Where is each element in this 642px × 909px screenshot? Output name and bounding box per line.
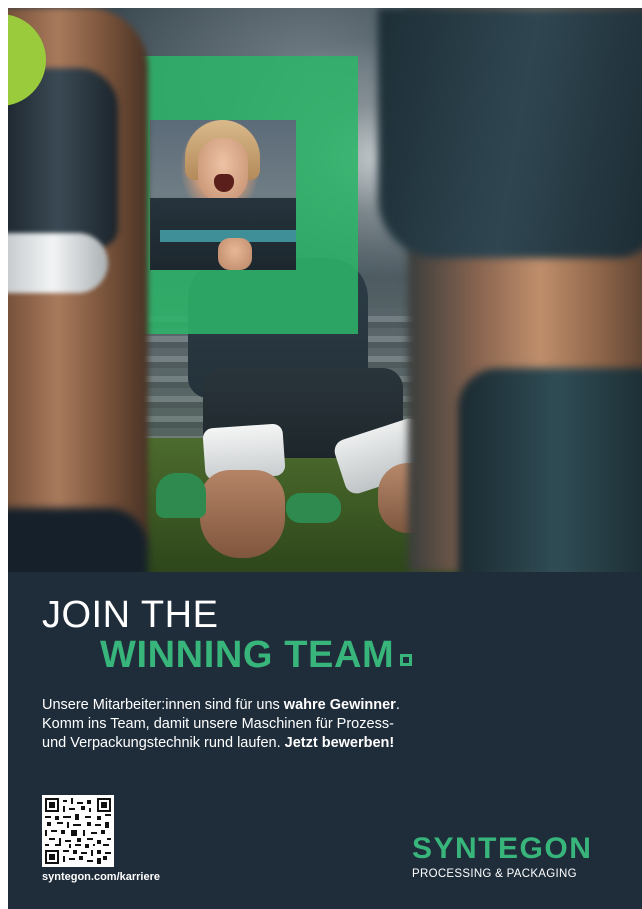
body-copy: Unsere Mitarbeiter:innen sind für uns wa… [42,696,482,753]
body-text-3: und Verpackungstechnik rund laufen. [42,735,285,751]
logo-wordmark: SYNTEGON [412,832,593,865]
player-face [198,138,248,202]
blurred-shorts-right [378,8,642,258]
qr-code-icon [45,798,111,864]
careers-url[interactable]: syntegon.com/karriere [42,871,160,883]
player-knee-left [200,470,285,558]
body-bold-1: wahre Gewinner [283,697,396,713]
qr-code[interactable] [42,795,114,867]
body-text-2: Komm ins Team, damit unsere Maschinen fü… [42,716,394,732]
blurred-sock-right [458,368,642,572]
portrait-window [150,120,296,270]
player-boot-left [156,473,206,518]
headline-line-2-text: WINNING TEAM [100,634,395,676]
career-poster: nd o JOIN THE WINNING TEAM Unsere Mitarb… [8,8,642,909]
headline-line-2: WINNING TEAM [100,634,413,677]
blurred-shoe-left [8,508,148,572]
player-fist [218,238,252,270]
square-icon [400,654,413,666]
logo-tagline: PROCESSING & PACKAGING [412,868,577,880]
hero-photo: nd o [8,8,642,572]
player-boot-right [286,493,341,523]
body-text-1: Unsere Mitarbeiter:innen sind für uns [42,697,284,713]
body-text-1b: . [395,697,400,713]
blurred-band-left [8,233,108,293]
body-bold-cta: Jetzt bewerben! [284,735,395,751]
headline-line-1: JOIN THE [42,594,219,636]
syntegon-logo: SYNTEGON PROCESSING & PACKAGING [412,832,593,881]
